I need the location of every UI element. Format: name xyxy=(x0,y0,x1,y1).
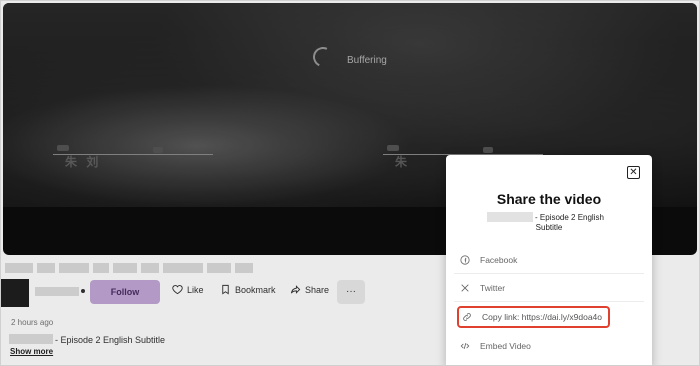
share-modal: ✕ Share the video - Episode 2 English Su… xyxy=(446,155,652,365)
copy-link-label: Copy link: https://dai.ly/x9doa4o xyxy=(482,312,603,322)
modal-title: Share the video xyxy=(496,191,602,207)
embed-video-button[interactable]: Embed Video xyxy=(454,332,644,359)
facebook-label: Facebook xyxy=(480,255,518,265)
facebook-icon xyxy=(460,255,470,265)
share-twitter[interactable]: Twitter xyxy=(454,275,644,302)
modal-subtitle-redacted xyxy=(487,212,533,222)
embed-label: Embed Video xyxy=(480,340,531,351)
link-icon xyxy=(463,313,471,321)
copy-link-button[interactable]: Copy link: https://dai.ly/x9doa4o xyxy=(457,306,610,328)
share-facebook[interactable]: Facebook xyxy=(454,247,644,274)
x-twitter-icon xyxy=(461,284,469,292)
code-icon xyxy=(460,342,470,349)
close-icon[interactable]: ✕ xyxy=(627,166,640,179)
app-window: Buffering 朱 刘 朱 Follow Like Bookmark Sha… xyxy=(0,0,700,366)
modal-subtitle-line1: - Episode 2 English xyxy=(535,213,604,222)
twitter-label: Twitter xyxy=(480,283,506,293)
modal-subtitle-line2: Subtitle xyxy=(535,223,563,232)
